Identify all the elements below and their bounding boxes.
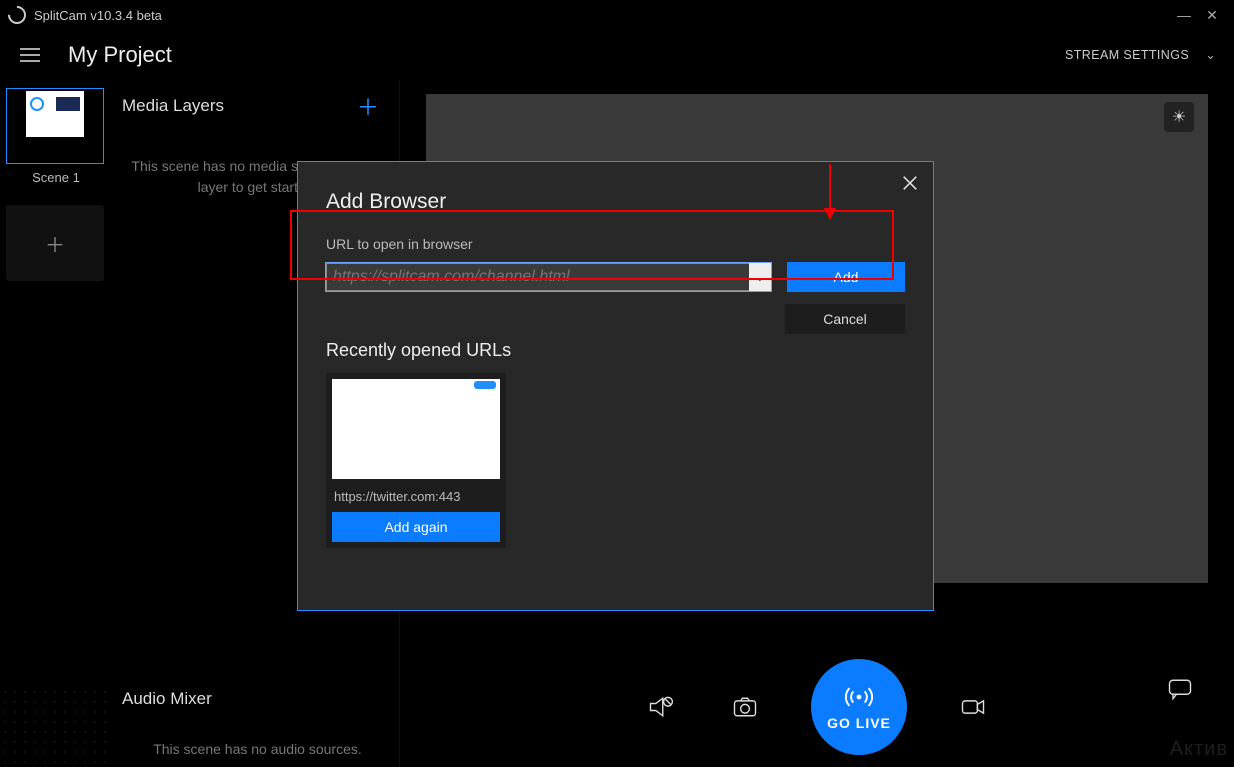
close-icon — [901, 174, 919, 192]
stream-settings-button[interactable]: STREAM SETTINGS — [1065, 48, 1189, 62]
url-field-label: URL to open in browser — [326, 236, 905, 252]
mute-button[interactable] — [643, 689, 679, 725]
broadcast-icon — [843, 683, 875, 711]
add-media-layer-button[interactable]: ＋ — [351, 90, 385, 122]
go-live-label: GO LIVE — [827, 715, 891, 731]
recent-url-text: https://twitter.com:443 — [332, 479, 500, 512]
go-live-button[interactable]: GO LIVE — [811, 659, 907, 755]
bottom-toolbar: GO LIVE — [400, 647, 1234, 767]
brightness-button[interactable]: ☀ — [1164, 102, 1194, 132]
speaker-mute-icon — [647, 693, 675, 721]
recent-url-card: https://twitter.com:443 Add again — [326, 373, 506, 548]
cancel-button[interactable]: Cancel — [785, 304, 905, 334]
dialog-title: Add Browser — [298, 162, 933, 214]
dialog-close-button[interactable] — [901, 174, 919, 197]
scene-label: Scene 1 — [6, 170, 106, 185]
watermark-text: Актив — [1170, 738, 1228, 761]
chat-button[interactable] — [1162, 671, 1198, 707]
sun-icon: ☀ — [1172, 107, 1186, 127]
media-layers-title: Media Layers — [122, 96, 224, 116]
recent-urls-title: Recently opened URLs — [326, 340, 905, 361]
project-bar: My Project STREAM SETTINGS ⌄ — [0, 30, 1234, 80]
close-window-button[interactable]: ✕ — [1198, 7, 1226, 24]
scenes-panel: Scene 1 ＋ — [0, 80, 112, 767]
plus-icon: ＋ — [45, 229, 65, 258]
minimize-button[interactable]: — — [1170, 7, 1198, 23]
add-scene-button[interactable]: ＋ — [6, 205, 104, 281]
add-button[interactable]: Add — [787, 262, 905, 292]
menu-button[interactable] — [10, 35, 50, 75]
decorative-dots — [0, 687, 110, 767]
url-dropdown-toggle[interactable]: ⌄ — [749, 263, 771, 291]
audio-mixer-title: Audio Mixer — [122, 689, 393, 709]
recent-url-thumbnail[interactable] — [332, 379, 500, 479]
app-title: SplitCam v10.3.4 beta — [34, 8, 162, 23]
webcam-button[interactable] — [955, 689, 991, 725]
project-name: My Project — [68, 42, 172, 68]
chat-icon — [1166, 675, 1194, 703]
chevron-down-icon[interactable]: ⌄ — [1197, 47, 1224, 63]
chevron-down-icon: ⌄ — [755, 271, 764, 284]
add-again-button[interactable]: Add again — [332, 512, 500, 542]
app-logo-icon — [4, 2, 29, 27]
camera-icon — [731, 693, 759, 721]
add-browser-dialog: Add Browser URL to open in browser ⌄ Add… — [297, 161, 934, 611]
snapshot-button[interactable] — [727, 689, 763, 725]
title-bar: SplitCam v10.3.4 beta — ✕ — [0, 0, 1234, 30]
scene-thumbnail[interactable] — [6, 88, 104, 164]
audio-empty-message: This scene has no audio sources. — [122, 741, 393, 757]
url-input[interactable] — [326, 263, 771, 291]
video-camera-icon — [959, 693, 987, 721]
